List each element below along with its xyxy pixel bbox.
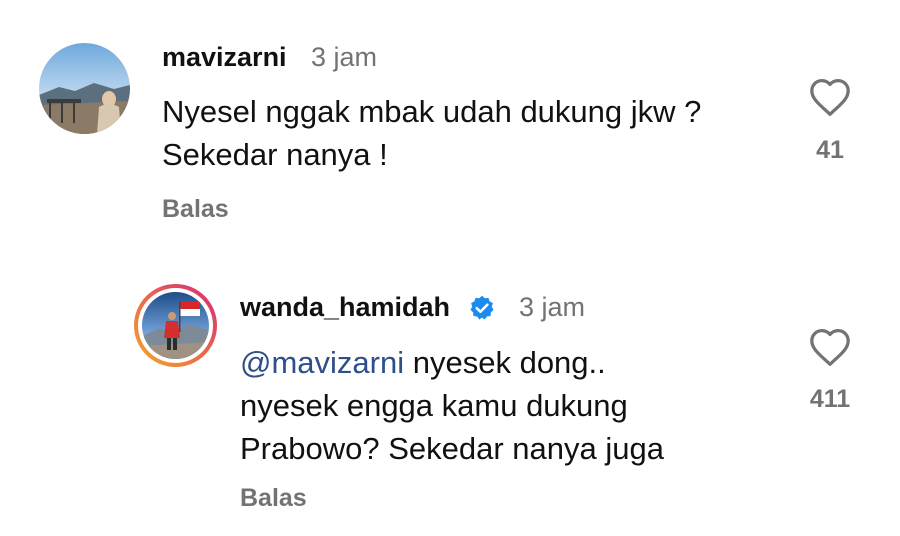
reply-text: @mavizarni nyesek dong.. nyesek engga ka… <box>240 341 710 470</box>
reply-button[interactable]: Balas <box>162 195 229 224</box>
avatar <box>142 292 209 359</box>
avatar-image <box>39 43 130 134</box>
reply-button[interactable]: Balas <box>240 484 307 513</box>
avatar[interactable] <box>39 43 130 134</box>
avatar-image <box>142 292 209 359</box>
reply-username[interactable]: wanda_hamidah <box>240 292 450 323</box>
like-count: 411 <box>809 385 851 413</box>
story-ring[interactable] <box>134 284 217 367</box>
heart-icon[interactable] <box>808 77 852 117</box>
comment-text: Nyesel nggak mbak udah dukung jkw ? Seke… <box>162 94 702 172</box>
mention-link[interactable]: @mavizarni <box>240 345 404 380</box>
verified-badge-icon <box>470 295 494 320</box>
comment-username[interactable]: mavizarni <box>162 42 287 73</box>
like-count: 41 <box>816 136 844 164</box>
heart-icon[interactable] <box>808 327 852 367</box>
reply-timestamp: 3 jam <box>519 292 586 322</box>
comment-timestamp: 3 jam <box>311 42 378 72</box>
